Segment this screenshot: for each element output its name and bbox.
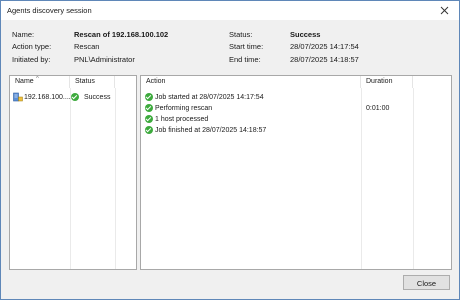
- log-action: Job started at 28/07/2025 14:17:54: [155, 94, 264, 101]
- close-button[interactable]: Close: [403, 275, 450, 290]
- window-title: Agents discovery session: [7, 6, 92, 15]
- log-action: Performing rescan: [155, 105, 213, 112]
- status-value: Success: [290, 30, 321, 39]
- log-row[interactable]: 1 host processed: [145, 114, 445, 125]
- session-log-table[interactable]: Action Duration Job started at 28/07/202…: [140, 75, 452, 270]
- dialog-window: Agents discovery session Name: Rescan of…: [0, 0, 460, 300]
- success-check-icon: [145, 126, 153, 135]
- name-label: Name:: [12, 30, 35, 39]
- start-time-value: 28/07/2025 14:17:54: [290, 42, 359, 51]
- success-check-icon: [145, 115, 153, 124]
- start-time-label: Start time:: [229, 42, 264, 51]
- success-check-icon: [145, 104, 153, 113]
- log-row[interactable]: Job finished at 28/07/2025 14:18:57: [145, 125, 445, 136]
- column-header-action[interactable]: Action: [141, 76, 361, 88]
- end-time-value: 28/07/2025 14:18:57: [290, 55, 359, 64]
- column-header-status[interactable]: Status: [70, 76, 115, 88]
- log-row[interactable]: Job started at 28/07/2025 14:17:54: [145, 92, 445, 103]
- host-status: Success: [84, 94, 111, 101]
- column-header-duration[interactable]: Duration: [361, 76, 413, 88]
- host-name: 192.168.100....: [24, 94, 71, 101]
- success-check-icon: [71, 93, 79, 102]
- title-bar[interactable]: Agents discovery session: [1, 1, 459, 20]
- column-divider: [115, 88, 116, 269]
- name-value: Rescan of 192.168.100.102: [74, 30, 169, 39]
- initiated-by-label: Initiated by:: [12, 55, 51, 64]
- log-duration: 0:01:00: [366, 105, 390, 112]
- host-row[interactable]: 192.168.100.... Success: [13, 92, 133, 103]
- column-divider: [70, 88, 71, 269]
- log-action: 1 host processed: [155, 116, 209, 123]
- status-label: Status:: [229, 30, 253, 39]
- action-type-label: Action type:: [12, 42, 52, 51]
- sort-ascending-icon: ^: [36, 76, 39, 82]
- action-type-value: Rescan: [74, 42, 100, 51]
- column-header-name[interactable]: ^ Name: [10, 76, 70, 88]
- success-check-icon: [145, 93, 153, 102]
- hosts-table[interactable]: ^ Name Status 192.168.100.... Success: [9, 75, 137, 270]
- log-row[interactable]: Performing rescan 0:01:00: [145, 103, 445, 114]
- server-icon: [13, 92, 23, 102]
- close-window-icon[interactable]: [436, 2, 454, 19]
- initiated-by-value: PNL\Administrator: [74, 55, 135, 64]
- log-action: Job finished at 28/07/2025 14:18:57: [155, 127, 267, 134]
- end-time-label: End time:: [229, 55, 261, 64]
